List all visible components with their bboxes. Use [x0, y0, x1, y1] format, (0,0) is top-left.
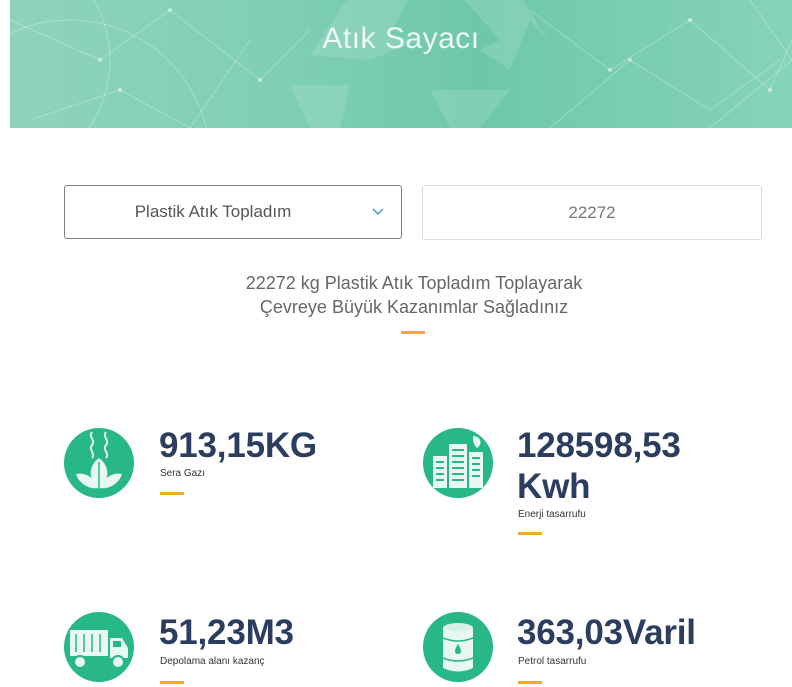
waste-type-select[interactable]: Plastik Atık Topladım [64, 185, 402, 239]
amount-input[interactable]: 22272 [422, 185, 762, 240]
chevron-down-icon [372, 208, 384, 216]
stat-value-petrol: 363,03Varil [517, 613, 696, 652]
page-title: Atık Sayacı [322, 22, 480, 55]
summary-divider [401, 331, 425, 334]
leaf-icon [64, 428, 134, 498]
stat-label-enerji: Enerji tasarrufu [518, 509, 586, 520]
stat-divider [518, 681, 542, 684]
stat-value-enerji-line1: 128598,53 [517, 426, 681, 465]
building-icon [423, 428, 493, 498]
stat-value-depolama: 51,23M3 [159, 613, 294, 652]
stat-value-enerji-line2: Kwh [517, 467, 591, 506]
stat-divider [518, 532, 542, 535]
stat-label-sera-gazi: Sera Gazı [160, 468, 206, 479]
stat-value-sera-gazi: 913,15KG [159, 426, 317, 465]
truck-icon [64, 612, 134, 682]
summary-line-1: 22272 kg Plastik Atık Topladım Toplayara… [245, 273, 583, 293]
hero-banner: Atık Sayacı [10, 0, 792, 128]
stat-divider [160, 681, 184, 684]
barrel-icon [423, 612, 493, 682]
stat-divider [160, 492, 184, 495]
waste-type-selected-value: Plastik Atık Topladım [134, 202, 292, 221]
stat-label-depolama: Depolama alanı kazanç [160, 656, 265, 667]
network-background [10, 0, 792, 128]
stat-label-petrol: Petrol tasarrufu [518, 656, 587, 667]
summary-line-2: Çevreye Büyük Kazanımlar Sağladınız [259, 297, 569, 317]
